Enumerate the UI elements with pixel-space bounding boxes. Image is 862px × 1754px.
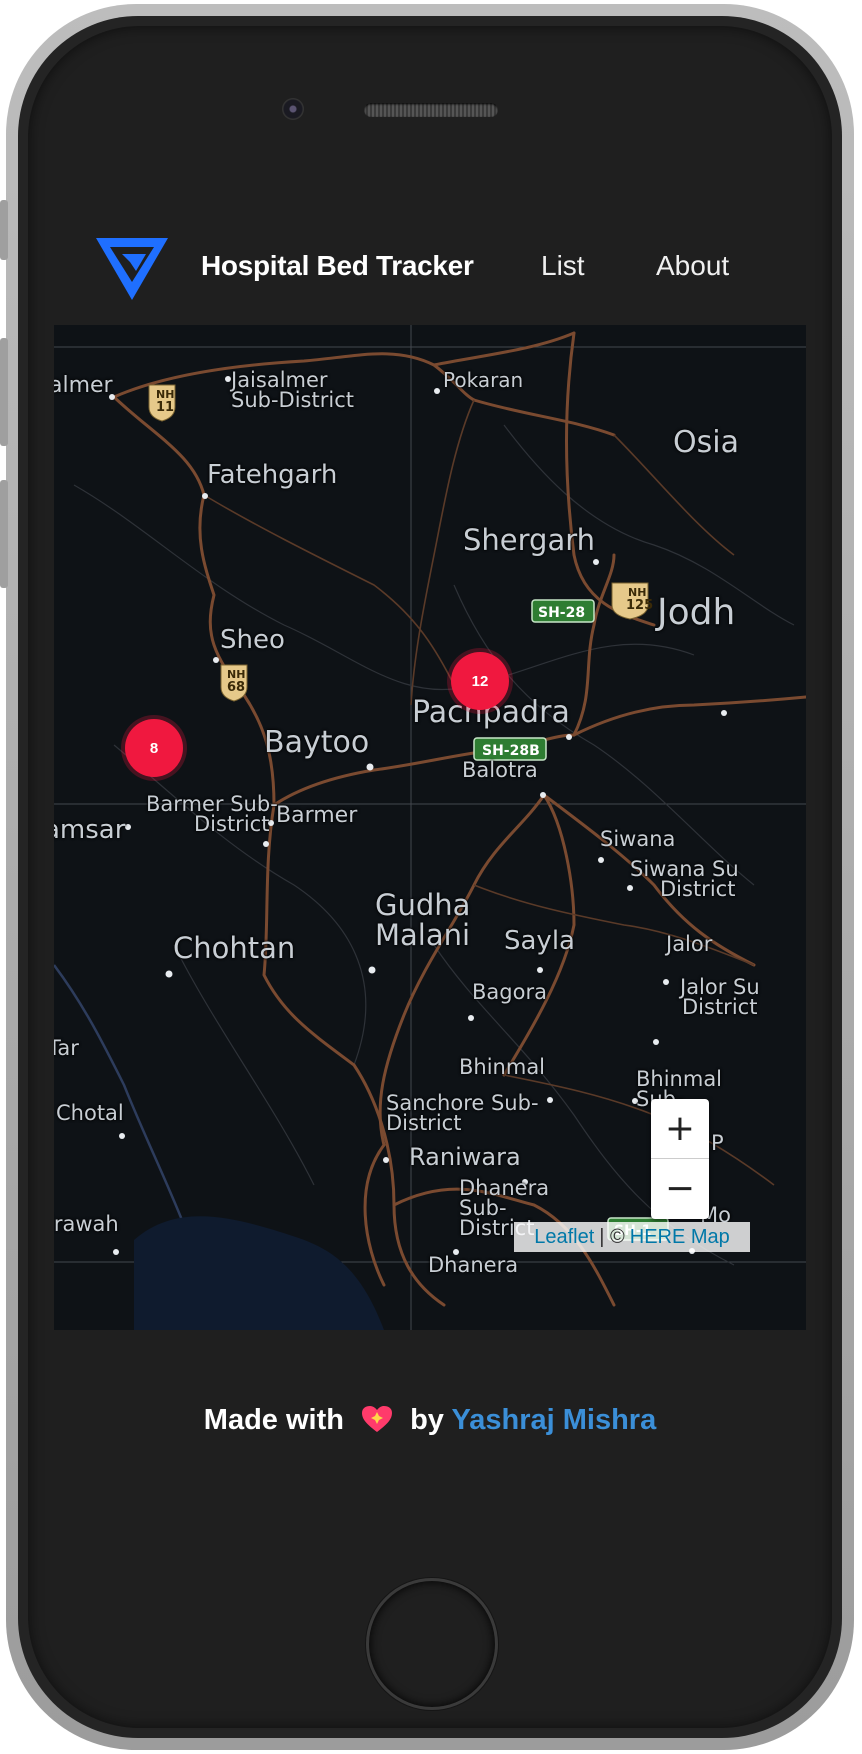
marker-cluster[interactable]: 12	[451, 652, 509, 710]
place-label: Malani	[375, 918, 471, 952]
place-label: Barmer	[276, 803, 358, 828]
zoom-out-button[interactable]: −	[651, 1159, 709, 1218]
place-label: Tar	[54, 1036, 79, 1060]
place-label: Chotal	[56, 1101, 124, 1125]
place-label: irawah	[54, 1212, 119, 1236]
road-shield-label: SH-28B	[482, 743, 540, 759]
phone-volume-up-button	[0, 338, 8, 446]
place-label: Sheo	[220, 625, 285, 655]
road-shield-label: 11	[156, 400, 175, 415]
zoom-in-button[interactable]: +	[651, 1099, 709, 1159]
place-label: amsar	[54, 815, 126, 845]
phone-screen: Hospital Bed Tracker List About almer Ja…	[54, 210, 806, 1544]
phone-side-button	[0, 200, 8, 260]
place-label: Baytoo	[264, 725, 370, 760]
front-camera-icon	[282, 98, 304, 120]
place-label: District	[194, 812, 270, 836]
place-label: Gudha	[375, 888, 471, 922]
place-label: Jodh	[657, 592, 736, 633]
place-label: Sayla	[504, 926, 575, 956]
earpiece-speaker	[364, 103, 498, 117]
place-label: District	[682, 995, 758, 1019]
place-label: Fatehgarh	[207, 460, 338, 490]
place-label: Jalor	[666, 932, 713, 956]
sparkling-heart-icon	[362, 1406, 393, 1432]
place-label: Bagora	[472, 980, 547, 1004]
place-label: Siwana	[600, 827, 676, 851]
home-button[interactable]	[366, 1578, 498, 1710]
navbar: Hospital Bed Tracker List About	[54, 210, 806, 326]
zoom-control: + −	[651, 1099, 709, 1219]
brand-title[interactable]: Hospital Bed Tracker	[201, 246, 474, 286]
place-label: Osia	[673, 425, 739, 460]
road-shield-label: 125	[626, 598, 654, 613]
place-label: Shergarh	[463, 523, 596, 557]
place-label: Raniwara	[409, 1143, 521, 1171]
place-label: Bhinmal	[459, 1055, 546, 1079]
place-label: Balotra	[462, 758, 538, 782]
map-attribution: Leaflet | © HERE Map	[514, 1222, 750, 1252]
place-label: Dhanera	[428, 1253, 519, 1277]
by-text: by	[410, 1404, 444, 1436]
place-label: Sub-District	[231, 388, 354, 412]
footer: Made with by Yashraj Mishra	[54, 1330, 806, 1544]
place-label: Pokaran	[443, 368, 524, 392]
phone-volume-down-button	[0, 480, 8, 588]
leaflet-link[interactable]: Leaflet	[534, 1226, 594, 1249]
place-label: Chohtan	[173, 931, 296, 965]
nav-list-link[interactable]: List	[541, 246, 585, 286]
nav-about-link[interactable]: About	[656, 246, 729, 286]
place-label: P	[711, 1131, 724, 1155]
place-label: almer	[54, 373, 113, 398]
place-label: District	[386, 1111, 462, 1135]
here-map-link[interactable]: HERE Map	[630, 1226, 730, 1249]
author-link[interactable]: Yashraj Mishra	[451, 1404, 656, 1436]
road-shield-label: 68	[227, 680, 246, 695]
marker-cluster[interactable]: 8	[125, 719, 183, 777]
made-with-text: Made with	[203, 1404, 344, 1436]
road-shield-label: SH-28	[538, 605, 586, 621]
attribution-separator: | ©	[599, 1225, 625, 1248]
place-label: District	[660, 877, 736, 901]
footer-credit: Made with by Yashraj Mishra	[54, 1400, 806, 1440]
brand-logo-icon[interactable]	[96, 238, 168, 300]
